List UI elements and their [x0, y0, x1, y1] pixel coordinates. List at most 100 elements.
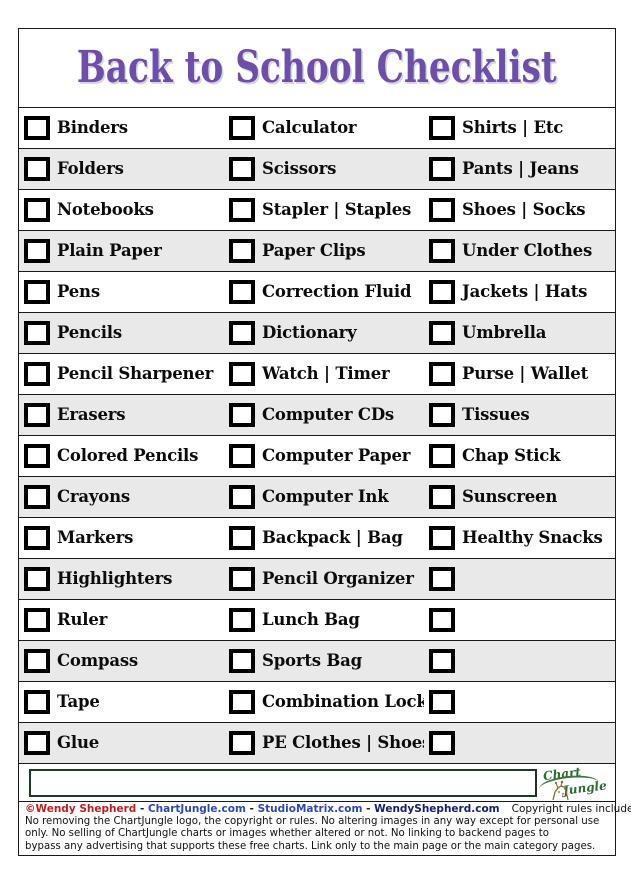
checkbox-icon[interactable]	[229, 485, 255, 509]
checklist-cell-school-supplies: Compass	[19, 641, 224, 681]
title-band: Back to School Checklist	[19, 29, 615, 108]
notes-input[interactable]	[29, 769, 537, 797]
checklist-row: Binders Calculator Shirts | Etc	[19, 108, 615, 149]
checkbox-icon[interactable]	[429, 526, 455, 550]
checklist-row: Compass Sports Bag	[19, 641, 615, 682]
logo-word-jungle: Jungle	[562, 778, 608, 798]
checkbox-icon[interactable]	[229, 157, 255, 181]
checklist-item-label: Shirts | Etc	[462, 117, 564, 137]
checkbox-icon[interactable]	[24, 362, 50, 386]
checklist-cell-clothing-and-personal	[424, 641, 615, 681]
checkbox-icon[interactable]	[229, 444, 255, 468]
checkbox-icon[interactable]	[24, 567, 50, 591]
page-title: Back to School Checklist	[77, 42, 558, 93]
checklist-cell-clothing-and-personal: Shoes | Socks	[424, 190, 615, 230]
checklist-row: Tape Combination Lock	[19, 682, 615, 723]
checklist-row: Colored Pencils Computer Paper Chap Stick	[19, 436, 615, 477]
checklist-cell-tools-and-tech: Dictionary	[224, 313, 424, 353]
checklist-item-label: Dictionary	[262, 322, 357, 342]
checklist-row: Ruler Lunch Bag	[19, 600, 615, 641]
checklist-item-label: Pencil Sharpener	[57, 363, 214, 383]
checkbox-icon[interactable]	[429, 567, 455, 591]
checkbox-icon[interactable]	[229, 239, 255, 263]
checkbox-icon[interactable]	[429, 444, 455, 468]
checkbox-icon[interactable]	[429, 403, 455, 427]
checklist-cell-school-supplies: Pens	[19, 272, 224, 312]
checklist-item-label: Folders	[57, 158, 124, 178]
checkbox-icon[interactable]	[229, 526, 255, 550]
checklist-cell-tools-and-tech: Correction Fluid	[224, 272, 424, 312]
checklist-item-label: Backpack | Bag	[262, 527, 403, 547]
checklist-item-label: Watch | Timer	[262, 363, 390, 383]
checklist-item-label: Markers	[57, 527, 134, 547]
checkbox-icon[interactable]	[429, 321, 455, 345]
checkbox-icon[interactable]	[24, 444, 50, 468]
checkbox-icon[interactable]	[429, 485, 455, 509]
checkbox-icon[interactable]	[229, 731, 255, 755]
fineprint-line-3: bypass any advertising that supports the…	[25, 840, 596, 852]
checkbox-icon[interactable]	[24, 321, 50, 345]
checkbox-icon[interactable]	[24, 526, 50, 550]
checkbox-icon[interactable]	[229, 116, 255, 140]
checkbox-icon[interactable]	[429, 608, 455, 632]
checklist-item-label: Purse | Wallet	[462, 363, 589, 383]
checkbox-icon[interactable]	[24, 198, 50, 222]
checklist-cell-clothing-and-personal	[424, 559, 615, 599]
checklist-item-label: Scissors	[262, 158, 337, 178]
checklist-item-label: Colored Pencils	[57, 445, 199, 465]
checkbox-icon[interactable]	[24, 280, 50, 304]
checklist-item-label: Stapler | Staples	[262, 199, 412, 219]
chartjungle-logo: Chart Jungle	[529, 762, 607, 806]
checklist-cell-school-supplies: Ruler	[19, 600, 224, 640]
link-studiomatrix[interactable]: StudioMatrix.com	[258, 803, 363, 815]
checkbox-icon[interactable]	[229, 403, 255, 427]
link-wendyshepherd[interactable]: WendyShepherd.com	[374, 803, 500, 815]
checkbox-icon[interactable]	[229, 321, 255, 345]
checkbox-icon[interactable]	[24, 649, 50, 673]
checkbox-icon[interactable]	[429, 280, 455, 304]
checkbox-icon[interactable]	[429, 198, 455, 222]
checklist-page: Back to School Checklist Binders Calculat…	[0, 0, 631, 872]
checklist-cell-school-supplies: Notebooks	[19, 190, 224, 230]
checkbox-icon[interactable]	[229, 198, 255, 222]
checklist-row: Pencil Sharpener Watch | Timer Purse | Wal…	[19, 354, 615, 395]
link-chartjungle[interactable]: ChartJungle.com	[148, 803, 246, 815]
checkbox-icon[interactable]	[229, 649, 255, 673]
checklist-item-label: Notebooks	[57, 199, 154, 219]
credit-line: ©Wendy Shepherd - ChartJungle.com - Stud…	[25, 803, 631, 816]
checkbox-icon[interactable]	[24, 116, 50, 140]
checkbox-icon[interactable]	[24, 731, 50, 755]
checkbox-icon[interactable]	[24, 157, 50, 181]
checkbox-icon[interactable]	[429, 157, 455, 181]
checkbox-icon[interactable]	[24, 239, 50, 263]
checkbox-icon[interactable]	[24, 690, 50, 714]
checklist-row: Plain Paper Paper Clips Under Clothes	[19, 231, 615, 272]
checkbox-icon[interactable]	[229, 567, 255, 591]
checkbox-icon[interactable]	[429, 690, 455, 714]
checkbox-icon[interactable]	[24, 403, 50, 427]
checkbox-icon[interactable]	[429, 362, 455, 386]
checkbox-icon[interactable]	[24, 485, 50, 509]
checkbox-icon[interactable]	[429, 116, 455, 140]
rules-heading: Copyright rules include:	[511, 803, 631, 815]
checklist-cell-school-supplies: Crayons	[19, 477, 224, 517]
checkbox-icon[interactable]	[429, 239, 455, 263]
checklist-cell-tools-and-tech: Sports Bag	[224, 641, 424, 681]
checkbox-icon[interactable]	[229, 690, 255, 714]
checkbox-icon[interactable]	[229, 280, 255, 304]
checklist-cell-tools-and-tech: Combination Lock	[224, 682, 424, 722]
checklist-cell-tools-and-tech: Calculator	[224, 108, 424, 148]
checklist-item-label: Paper Clips	[262, 240, 366, 260]
checklist-cell-tools-and-tech: Paper Clips	[224, 231, 424, 271]
checklist-row: Markers Backpack | Bag Healthy Snacks	[19, 518, 615, 559]
checkbox-icon[interactable]	[229, 362, 255, 386]
checklist-cell-tools-and-tech: Backpack | Bag	[224, 518, 424, 558]
logo-swoosh-icon	[538, 772, 600, 800]
checklist-cell-school-supplies: Erasers	[19, 395, 224, 435]
checkbox-icon[interactable]	[429, 731, 455, 755]
checklist-item-label: Umbrella	[462, 322, 547, 342]
checklist-item-label: Healthy Snacks	[462, 527, 603, 547]
checkbox-icon[interactable]	[229, 608, 255, 632]
checkbox-icon[interactable]	[24, 608, 50, 632]
checkbox-icon[interactable]	[429, 649, 455, 673]
